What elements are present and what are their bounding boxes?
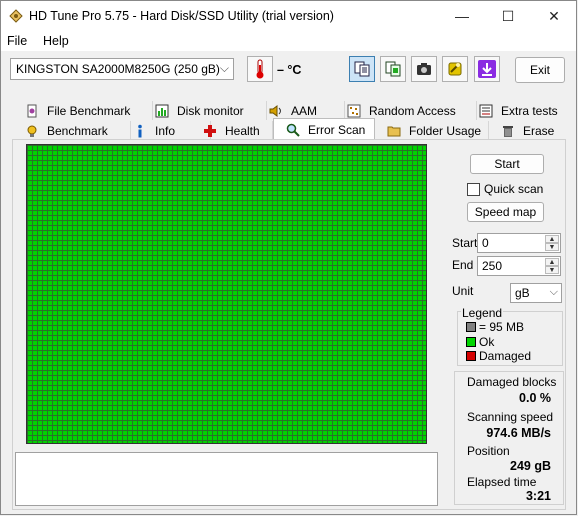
log-box	[15, 452, 438, 506]
legend-ok: Ok	[466, 335, 494, 349]
screenshot-button[interactable]	[411, 56, 437, 82]
hdtune-app-icon	[9, 9, 23, 23]
trash-icon	[503, 125, 513, 137]
block-swatch	[466, 322, 476, 332]
download-arrow-icon	[478, 60, 496, 78]
unit-select-value: gB	[515, 286, 530, 300]
save-button[interactable]	[474, 56, 500, 82]
menu-bar: File Help	[1, 31, 576, 51]
drive-select-value: KINGSTON SA2000M8250G (250 gB)	[16, 62, 220, 76]
maximize-button[interactable]: ☐	[485, 1, 531, 31]
scanning-speed-value: 974.6 MB/s	[486, 426, 551, 440]
wrench-icon	[448, 62, 462, 76]
magnifier-icon	[286, 123, 300, 137]
extra-tests-icon	[479, 104, 493, 117]
legend-block: = 95 MB	[466, 320, 524, 334]
damaged-blocks-value: 0.0 %	[519, 391, 551, 405]
position-value: 249 gB	[510, 459, 551, 473]
file-benchmark-icon	[27, 104, 37, 117]
tab-folder-usage[interactable]: Folder Usage	[377, 121, 489, 140]
scanning-speed-label: Scanning speed	[467, 410, 554, 424]
ok-swatch	[466, 337, 476, 347]
elapsed-time-value: 3:21	[525, 489, 551, 503]
tab-info[interactable]: Info	[133, 121, 211, 140]
thermometer-icon	[247, 56, 273, 82]
end-input[interactable]: 250 ▲ ▼	[477, 256, 561, 276]
quick-scan-checkbox[interactable]: Quick scan	[467, 182, 543, 196]
spin-up-icon[interactable]: ▲	[545, 235, 559, 243]
chevron-down-icon: ⌵	[219, 61, 229, 75]
legend-damaged: Damaged	[466, 349, 531, 363]
checkbox-box[interactable]	[467, 182, 480, 196]
copy-icon	[354, 61, 370, 77]
position-label: Position	[467, 444, 510, 458]
copy-text-button[interactable]	[380, 56, 406, 82]
unit-label: Unit	[452, 284, 474, 298]
tab-health[interactable]: Health	[203, 121, 273, 140]
tab-error-scan[interactable]: Error Scan	[273, 118, 375, 140]
lightbulb-icon	[27, 125, 37, 137]
temperature-value: – °C	[277, 63, 302, 77]
info-icon	[138, 124, 142, 137]
damaged-blocks-label: Damaged blocks	[467, 375, 557, 389]
tab-file-benchmark[interactable]: File Benchmark	[25, 101, 153, 120]
title-bar: HD Tune Pro 5.75 - Hard Disk/SSD Utility…	[1, 1, 576, 31]
start-button[interactable]: Start	[470, 154, 544, 174]
scan-stats: Damaged blocks 0.0 % Scanning speed 974.…	[454, 371, 564, 505]
unit-select[interactable]: gB ⌵	[510, 283, 562, 303]
start-label: Start	[452, 236, 478, 250]
start-input-value: 0	[482, 236, 489, 250]
random-access-icon	[347, 104, 361, 117]
folder-icon	[387, 126, 401, 136]
spin-down-icon[interactable]: ▼	[545, 266, 559, 274]
tab-benchmark[interactable]: Benchmark	[25, 121, 131, 140]
legend: Legend = 95 MB Ok Damaged	[457, 306, 563, 366]
end-label: End	[452, 258, 474, 272]
legend-title: Legend	[461, 306, 504, 320]
quick-scan-label: Quick scan	[484, 182, 544, 196]
minimize-button[interactable]: —	[439, 1, 485, 31]
end-input-value: 250	[482, 259, 503, 273]
tab-disk-monitor[interactable]: Disk monitor	[155, 101, 267, 120]
menu-file[interactable]: File	[7, 34, 27, 48]
spin-down-icon[interactable]: ▼	[545, 243, 559, 251]
damaged-swatch	[466, 351, 476, 361]
close-button[interactable]: ✕	[531, 1, 577, 31]
speed-map-button[interactable]: Speed map	[467, 202, 544, 222]
camera-icon	[417, 63, 431, 75]
exit-button[interactable]: Exit	[515, 57, 565, 83]
tab-row-bottom: Benchmark Info Health Error Scan Folder …	[15, 118, 567, 140]
window-title: HD Tune Pro 5.75 - Hard Disk/SSD Utility…	[29, 9, 334, 23]
app-window: HD Tune Pro 5.75 - Hard Disk/SSD Utility…	[0, 0, 577, 515]
bar-chart-icon	[155, 104, 169, 117]
speaker-icon	[269, 104, 281, 117]
copy-info-button[interactable]	[349, 56, 375, 82]
document-copy-icon	[385, 61, 401, 77]
tab-extra-tests[interactable]: Extra tests	[479, 101, 567, 120]
red-cross-icon	[204, 124, 216, 137]
drive-select[interactable]: KINGSTON SA2000M8250G (250 gB) ⌵	[10, 58, 234, 80]
elapsed-time-label: Elapsed time	[467, 475, 537, 489]
tab-erase[interactable]: Erase	[491, 121, 567, 140]
options-button[interactable]	[442, 56, 468, 82]
start-input[interactable]: 0 ▲ ▼	[477, 233, 561, 253]
block-map	[26, 144, 427, 444]
spin-up-icon[interactable]: ▲	[545, 258, 559, 266]
menu-help[interactable]: Help	[43, 34, 69, 48]
chevron-down-icon: ⌵	[549, 286, 558, 298]
